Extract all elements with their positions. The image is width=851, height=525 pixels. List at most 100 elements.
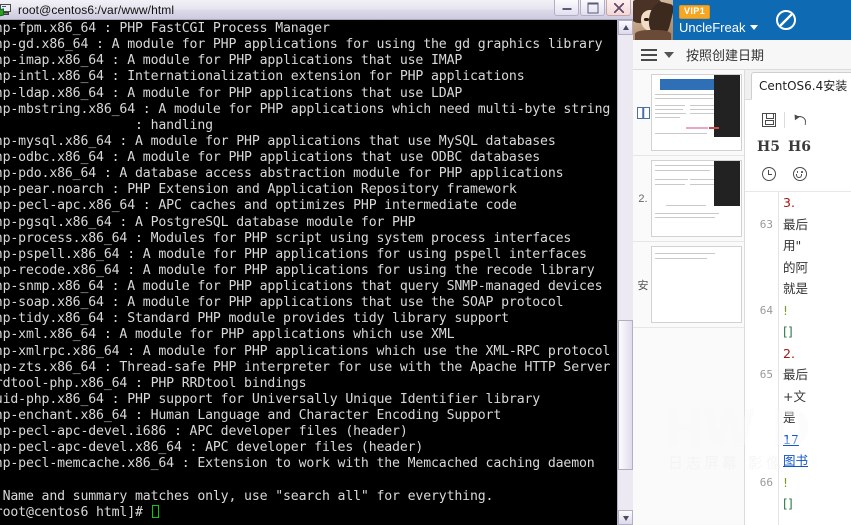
terminal-scrollbar[interactable] (617, 20, 633, 525)
terminal-line: php-snmp.x86_64 : A module for PHP appli… (0, 279, 603, 294)
chevron-down-icon[interactable] (664, 51, 674, 58)
terminal-line: php-tidy.x86_64 : Standard PHP module pr… (0, 311, 509, 327)
sort-order-label[interactable]: 按照创建日期 (686, 45, 764, 64)
editor-line: ! (783, 302, 789, 318)
terminal-line: php-soap.x86_64 : A module for PHP appli… (0, 295, 564, 311)
terminal-output: php-fpm.x86_64 : PHP FastCGI Process Man… (0, 21, 617, 525)
save-button[interactable] (753, 109, 784, 131)
line-number: 65 (759, 368, 773, 381)
scroll-down-arrow[interactable] (618, 510, 633, 525)
terminal-line: php-pecl-apc-devel.i686 : APC developer … (0, 424, 408, 440)
toolbar-row-3 (745, 160, 851, 187)
editor-line: 最后 (783, 367, 809, 382)
tab-centos-install[interactable]: CentOS6.4安装 (751, 72, 851, 100)
list-item-glyph: 安 (637, 278, 649, 292)
chevron-down-icon[interactable] (750, 25, 759, 30)
vip-badge: VIP1 (679, 5, 711, 19)
scroll-up-arrow[interactable] (618, 20, 633, 35)
save-icon (761, 112, 776, 127)
editor-line: 是 (783, 410, 796, 425)
list-item[interactable]: 安 (633, 242, 744, 328)
terminal-line: php-pdo.x86_64 : A database access abstr… (0, 166, 564, 182)
editor-line: [] (783, 324, 793, 339)
minimize-button[interactable] (554, 0, 579, 16)
terminal-line: php-process.x86_64 : Modules for PHP scr… (0, 230, 572, 246)
terminal-line: php-intl.x86_64 : Internationalization e… (0, 69, 525, 85)
document-thumbnail (651, 160, 742, 237)
app-header: VIP1 UncleFreak (633, 0, 851, 40)
terminal-line: php-imap.x86_64 : A module for PHP appli… (0, 53, 463, 69)
toolbar-row-1 (745, 106, 851, 133)
terminal-line: rrdtool-php.x86_64 : PHP RRDtool binding… (0, 375, 307, 391)
username-row[interactable]: UncleFreak (679, 20, 759, 35)
toolbar-row-2: H5 H6 (745, 133, 851, 160)
editor-line: ! (783, 474, 789, 490)
list-item-number: 2. (638, 192, 648, 205)
terminal-line: [root@centos6 html]# (0, 504, 617, 521)
editor-line: +文 (783, 388, 806, 404)
editor-line: 图书 (783, 453, 809, 468)
terminal-title-bar[interactable]: root@centos6:/var/www/html (0, 0, 633, 20)
terminal-line: php-pecl-memcache.x86_64 : Extension to … (0, 456, 595, 472)
terminal-line: php-xml.x86_64 : A module for PHP applic… (0, 327, 455, 343)
user-block: VIP1 UncleFreak (679, 5, 759, 35)
terminal-line: : handling (0, 117, 213, 133)
clock-icon (761, 166, 776, 181)
document-list[interactable]: 2. 安 (633, 70, 745, 525)
editor-tab-strip: CentOS6.4安装 (745, 70, 851, 100)
terminal-line: php-pecl-apc-devel.x86_64 : APC develope… (0, 440, 424, 456)
terminal-line: php-zts.x86_64 : Thread-safe PHP interpr… (0, 359, 611, 375)
editor-line: 的阿 (783, 259, 809, 275)
list-toolbar: 按照创建日期 (633, 40, 851, 70)
editor-column: CentOS6.4安装 H5 H6 63 64 65 66 3. 最后 用" 的… (745, 70, 851, 525)
maximize-button[interactable] (580, 0, 605, 16)
screen-root: root@centos6:/var/www/html php-fpm.x86_6… (0, 0, 851, 525)
markdown-editor[interactable]: 63 64 65 66 3. 最后 用" 的阿 就是![] 2. 最后 +文是 17 图书![] (745, 192, 851, 525)
hamburger-menu-icon[interactable] (641, 48, 657, 61)
document-thumbnail (651, 246, 742, 323)
terminal-line: php-pspell.x86_64 : A module for PHP app… (0, 246, 587, 262)
terminal-line: php-xmlrpc.x86_64 : A module for PHP app… (0, 343, 611, 359)
line-number: 64 (759, 303, 773, 317)
terminal-cursor (151, 504, 159, 518)
window-controls (553, 0, 631, 20)
editor-line: 用" (783, 238, 802, 253)
editor-line: 17 (783, 431, 799, 447)
editor-line: [] (783, 496, 793, 511)
terminal-line: php-pecl-apc.x86_64 : APC caches and opt… (0, 198, 517, 214)
heading-5-button[interactable]: H5 (753, 136, 784, 158)
markdown-toolbar: H5 H6 (745, 100, 851, 192)
close-button[interactable] (606, 0, 631, 16)
terminal-icon (0, 2, 13, 17)
line-number: 66 (759, 475, 773, 489)
emoji-button[interactable] (784, 163, 815, 185)
terminal-line: php-mbstring.x86_64 : A module for PHP a… (0, 101, 611, 117)
terminal-window: root@centos6:/var/www/html php-fpm.x86_6… (0, 0, 633, 525)
terminal-title-text: root@centos6:/var/www/html (18, 2, 175, 17)
line-number-gutter: 63 64 65 66 (745, 192, 779, 525)
book-icon (635, 74, 651, 151)
undo-button[interactable] (785, 109, 816, 131)
editor-line: 3. (783, 195, 795, 210)
terminal-line: php-recode.x86_64 : A module for PHP app… (0, 262, 595, 278)
note-app-panel: VIP1 UncleFreak 按照创建日期 2. 安 CentOS6.4安装 … (633, 0, 851, 525)
list-item[interactable] (633, 70, 744, 156)
user-avatar[interactable] (633, 0, 673, 40)
scroll-thumb[interactable] (618, 320, 633, 470)
list-item[interactable]: 2. (633, 156, 744, 242)
terminal-line: php-pear.noarch : PHP Extension and Appl… (0, 182, 517, 198)
terminal-line: php-mysql.x86_64 : A module for PHP appl… (0, 133, 556, 149)
timestamp-button[interactable] (753, 163, 784, 185)
editor-content[interactable]: 3. 最后 用" 的阿 就是![] 2. 最后 +文是 17 图书![] (783, 192, 851, 525)
terminal-line: php-ldap.x86_64 : A module for PHP appli… (0, 85, 463, 101)
username-label: UncleFreak (679, 20, 746, 35)
editor-line: 2. (783, 345, 795, 361)
heading-6-button[interactable]: H6 (784, 136, 815, 158)
line-number: 63 (759, 217, 773, 231)
terminal-body[interactable]: php-fpm.x86_64 : PHP FastCGI Process Man… (0, 20, 633, 525)
terminal-line: Name and summary matches only, use "sear… (0, 488, 494, 504)
terminal-line: uuid-php.x86_64 : PHP support for Univer… (0, 391, 541, 407)
terminal-line: php-enchant.x86_64 : Human Language and … (0, 408, 502, 423)
refresh-icon[interactable] (776, 10, 797, 30)
